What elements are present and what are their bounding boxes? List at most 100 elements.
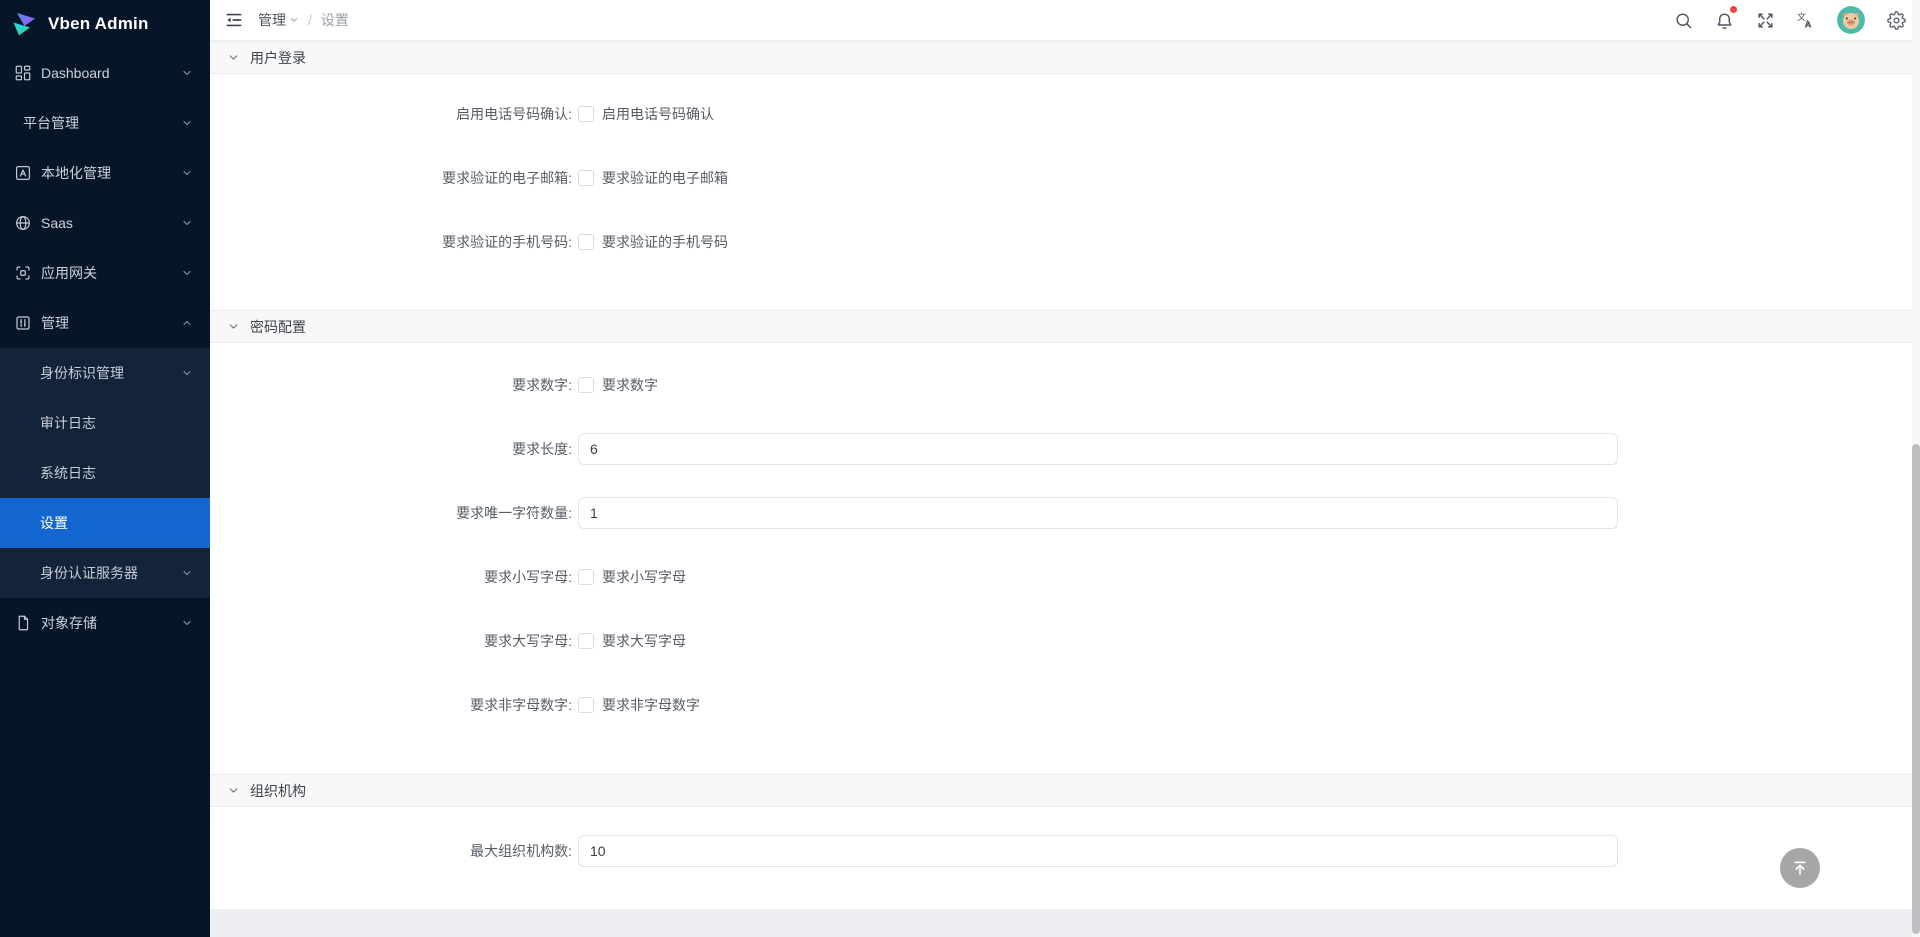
breadcrumb-separator: / (308, 12, 312, 28)
sidebar-item-audit-log[interactable]: 审计日志 (0, 398, 210, 448)
chevron-down-icon (181, 567, 193, 579)
translate-icon[interactable]: 文 A (1796, 10, 1816, 30)
menu-fold-icon[interactable] (224, 10, 244, 30)
sidebar-item-label: 身份认证服务器 (40, 563, 181, 583)
require-non-alphanumeric-checkbox[interactable] (578, 697, 594, 713)
sidebar-item-label: 对象存储 (41, 613, 181, 633)
sidebar-item-dashboard[interactable]: Dashboard (0, 48, 210, 98)
max-org-count-input[interactable] (578, 835, 1618, 867)
field-label: 最大组织机构数: (210, 841, 572, 861)
chevron-down-icon (227, 320, 240, 333)
form-row: 要求唯一字符数量: (210, 481, 1920, 545)
verified-email-checkbox[interactable] (578, 170, 594, 186)
chevron-down-icon (181, 117, 193, 129)
management-submenu: 身份标识管理 审计日志 系统日志 设置 身份认证服务器 (0, 348, 210, 598)
unique-chars-input[interactable] (578, 497, 1618, 529)
sidebar-item-auth-server[interactable]: 身份认证服务器 (0, 548, 210, 598)
sidebar-nav: Dashboard 平台管理 本地化管理 Saas (0, 48, 210, 648)
saas-icon (14, 214, 32, 232)
sidebar-item-app-gateway[interactable]: 应用网关 (0, 248, 210, 298)
checkbox-label[interactable]: 要求小写字母 (602, 567, 686, 587)
vben-logo-icon (10, 10, 38, 38)
section-title: 组织机构 (250, 781, 306, 801)
sidebar-item-system-log[interactable]: 系统日志 (0, 448, 210, 498)
sidebar: Vben Admin Dashboard 平台管理 本地化管 (0, 0, 210, 937)
logo[interactable]: Vben Admin (0, 0, 210, 48)
sidebar-item-label: Dashboard (41, 65, 181, 81)
localization-icon (14, 164, 32, 182)
require-lowercase-checkbox[interactable] (578, 569, 594, 585)
chevron-down-icon (181, 67, 193, 79)
sidebar-item-saas[interactable]: Saas (0, 198, 210, 248)
settings-icon[interactable] (1886, 10, 1906, 30)
svg-text:文: 文 (1797, 11, 1806, 22)
sidebar-item-localization[interactable]: 本地化管理 (0, 148, 210, 198)
checkbox-label[interactable]: 要求验证的手机号码 (602, 232, 728, 252)
gateway-icon (14, 264, 32, 282)
fullscreen-icon[interactable] (1755, 10, 1775, 30)
password-length-input[interactable] (578, 433, 1618, 465)
field-label: 要求大写字母: (210, 631, 572, 651)
field-label: 要求长度: (210, 439, 572, 459)
main-area: 管理 / 设置 (210, 0, 1920, 937)
section-header-password-config[interactable]: 密码配置 (210, 310, 1920, 343)
sidebar-item-platform-management[interactable]: 平台管理 (0, 98, 210, 148)
chevron-down-icon (227, 51, 240, 64)
breadcrumb-parent[interactable]: 管理 (258, 10, 299, 30)
form-row: 最大组织机构数: (210, 819, 1920, 883)
checkbox-label[interactable]: 要求数字 (602, 375, 658, 395)
form-row: 要求验证的手机号码: 要求验证的手机号码 (210, 210, 1920, 274)
section-title: 密码配置 (250, 317, 306, 337)
chevron-down-icon (181, 267, 193, 279)
chevron-down-icon (289, 15, 299, 25)
bell-icon[interactable] (1714, 10, 1734, 30)
section-body: 启用电话号码确认: 启用电话号码确认 要求验证的电子邮箱: 要求验证的电子邮箱 (210, 74, 1920, 310)
settings-form: 用户登录 启用电话号码确认: 启用电话号码确认 要求验证的电子邮箱: (210, 41, 1920, 909)
sidebar-item-label: 设置 (40, 513, 193, 533)
field-label: 要求小写字母: (210, 567, 572, 587)
scrollbar-thumb[interactable] (1912, 444, 1920, 934)
chevron-down-icon (181, 167, 193, 179)
require-uppercase-checkbox[interactable] (578, 633, 594, 649)
form-row: 要求长度: (210, 417, 1920, 481)
field-label: 要求非字母数字: (210, 695, 572, 715)
sidebar-item-identity-management[interactable]: 身份标识管理 (0, 348, 210, 398)
require-digit-checkbox[interactable] (578, 377, 594, 393)
chevron-down-icon (227, 784, 240, 797)
form-row: 要求小写字母: 要求小写字母 (210, 545, 1920, 609)
header: 管理 / 设置 (210, 0, 1920, 41)
verified-phone-checkbox[interactable] (578, 234, 594, 250)
checkbox-label[interactable]: 要求大写字母 (602, 631, 686, 651)
form-row: 要求大写字母: 要求大写字母 (210, 609, 1920, 673)
checkbox-label[interactable]: 要求验证的电子邮箱 (602, 168, 728, 188)
content-scroll-area: 用户登录 启用电话号码确认: 启用电话号码确认 要求验证的电子邮箱: (210, 41, 1920, 937)
header-actions: 文 A (1673, 6, 1906, 34)
avatar[interactable] (1837, 6, 1865, 34)
sidebar-item-object-storage[interactable]: 对象存储 (0, 598, 210, 648)
checkbox-label[interactable]: 启用电话号码确认 (602, 104, 714, 124)
section-header-user-login[interactable]: 用户登录 (210, 41, 1920, 74)
field-label: 要求验证的电子邮箱: (210, 168, 572, 188)
breadcrumb-current: 设置 (321, 10, 349, 30)
sidebar-item-settings[interactable]: 设置 (0, 498, 210, 548)
sidebar-item-label: 本地化管理 (41, 163, 181, 183)
phone-confirm-checkbox[interactable] (578, 106, 594, 122)
logo-text: Vben Admin (48, 14, 149, 34)
field-label: 启用电话号码确认: (210, 104, 572, 124)
page-background-strip (210, 909, 1920, 937)
sidebar-item-label: 身份标识管理 (40, 363, 181, 383)
chevron-down-icon (181, 217, 193, 229)
sidebar-item-label: 管理 (41, 313, 181, 333)
section-body: 要求数字: 要求数字 要求长度: 要求唯一字符数量: (210, 343, 1920, 774)
chevron-down-icon (181, 617, 193, 629)
back-to-top-button[interactable] (1780, 848, 1820, 888)
field-label: 要求唯一字符数量: (210, 503, 572, 523)
breadcrumb-parent-label: 管理 (258, 10, 286, 30)
sidebar-item-label: Saas (41, 215, 181, 231)
search-icon[interactable] (1673, 10, 1693, 30)
sidebar-item-management[interactable]: 管理 (0, 298, 210, 348)
checkbox-label[interactable]: 要求非字母数字 (602, 695, 700, 715)
section-header-organization[interactable]: 组织机构 (210, 774, 1920, 807)
dashboard-icon (14, 64, 32, 82)
notification-badge (1730, 6, 1737, 13)
